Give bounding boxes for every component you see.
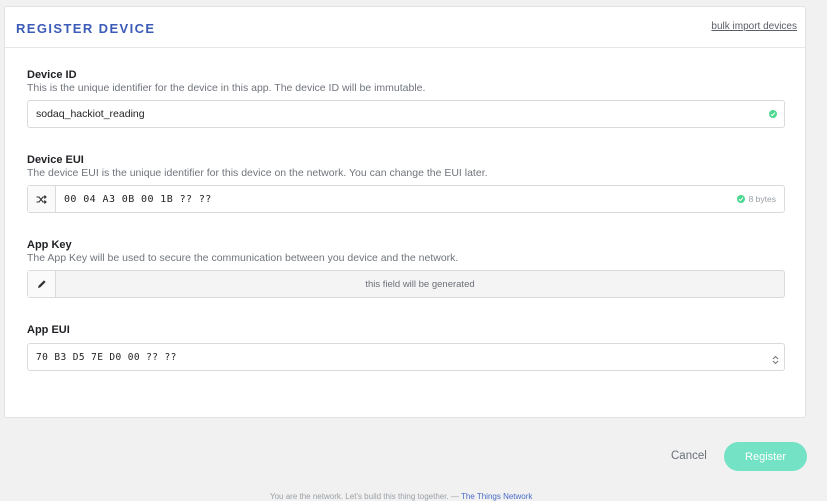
device-id-label: Device ID bbox=[27, 69, 77, 81]
register-device-card: REGISTER DEVICE bulk import devices Devi… bbox=[4, 6, 806, 418]
app-key-description: The App Key will be used to secure the c… bbox=[27, 252, 459, 264]
device-eui-description: The device EUI is the unique identifier … bbox=[27, 167, 488, 179]
footer: You are the network. Let's build this th… bbox=[270, 492, 532, 501]
randomize-eui-button[interactable] bbox=[28, 186, 56, 212]
register-button[interactable]: Register bbox=[724, 442, 807, 471]
app-eui-field: App EUI 70 B3 D5 7E D0 00 ?? ?? bbox=[27, 324, 785, 371]
app-key-input[interactable]: this field will be generated bbox=[27, 270, 785, 298]
footer-text: You are the network. Let's build this th… bbox=[270, 492, 461, 501]
pencil-icon bbox=[37, 280, 46, 288]
app-key-field: App Key The App Key will be used to secu… bbox=[27, 239, 785, 298]
app-key-label: App Key bbox=[27, 239, 72, 251]
cancel-button[interactable]: Cancel bbox=[671, 450, 707, 462]
check-circle-icon bbox=[736, 195, 745, 203]
device-id-value: sodaq_hackiot_reading bbox=[36, 108, 145, 120]
app-eui-label: App EUI bbox=[27, 324, 70, 336]
check-circle-icon bbox=[769, 110, 777, 118]
page-title: REGISTER DEVICE bbox=[16, 21, 156, 36]
card-header: REGISTER DEVICE bulk import devices bbox=[5, 7, 805, 48]
device-eui-value: 00 04 A3 0B 00 1B ?? ?? bbox=[64, 193, 212, 205]
shuffle-icon bbox=[36, 194, 47, 204]
device-id-description: This is the unique identifier for the de… bbox=[27, 82, 426, 94]
edit-app-key-button[interactable] bbox=[28, 271, 56, 297]
byte-count-badge: 8 bytes bbox=[736, 194, 776, 204]
bulk-import-link[interactable]: bulk import devices bbox=[711, 21, 797, 32]
device-eui-field: Device EUI The device EUI is the unique … bbox=[27, 154, 785, 213]
device-eui-label: Device EUI bbox=[27, 154, 84, 166]
chevron-up-down-icon bbox=[772, 352, 779, 370]
footer-link[interactable]: The Things Network bbox=[461, 492, 532, 501]
device-id-input[interactable]: sodaq_hackiot_reading bbox=[27, 100, 785, 128]
device-id-field: Device ID This is the unique identifier … bbox=[27, 69, 785, 128]
device-eui-input[interactable]: 00 04 A3 0B 00 1B ?? ?? 8 bytes bbox=[27, 185, 785, 213]
byte-count-text: 8 bytes bbox=[748, 194, 776, 204]
app-eui-value: 70 B3 D5 7E D0 00 ?? ?? bbox=[36, 351, 177, 363]
app-eui-select[interactable]: 70 B3 D5 7E D0 00 ?? ?? bbox=[27, 343, 785, 371]
app-key-placeholder: this field will be generated bbox=[365, 278, 475, 290]
